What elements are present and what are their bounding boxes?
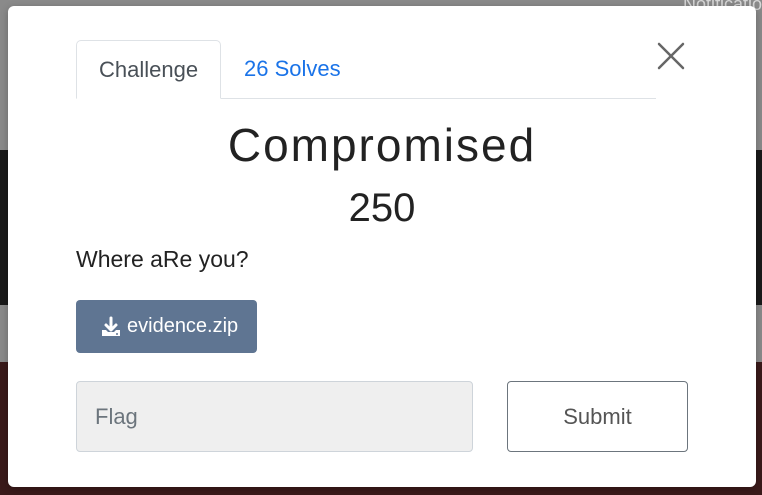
download-file-button[interactable]: evidence.zip <box>76 300 257 353</box>
challenge-description: Where aRe you? <box>76 246 249 272</box>
modal-tabs: Challenge 26 Solves <box>76 40 656 99</box>
close-icon <box>657 42 685 70</box>
challenge-modal: Challenge 26 Solves Compromised 250 Wher… <box>8 6 756 487</box>
tab-solves[interactable]: 26 Solves <box>222 40 363 97</box>
close-button[interactable] <box>654 39 688 73</box>
submit-button[interactable]: Submit <box>507 381 688 452</box>
challenge-value: 250 <box>348 186 416 230</box>
challenge-name: Compromised <box>227 119 537 171</box>
download-icon <box>100 316 122 338</box>
flag-input[interactable] <box>76 381 473 452</box>
tab-challenge[interactable]: Challenge <box>76 40 222 99</box>
file-name: evidence.zip <box>127 315 239 337</box>
